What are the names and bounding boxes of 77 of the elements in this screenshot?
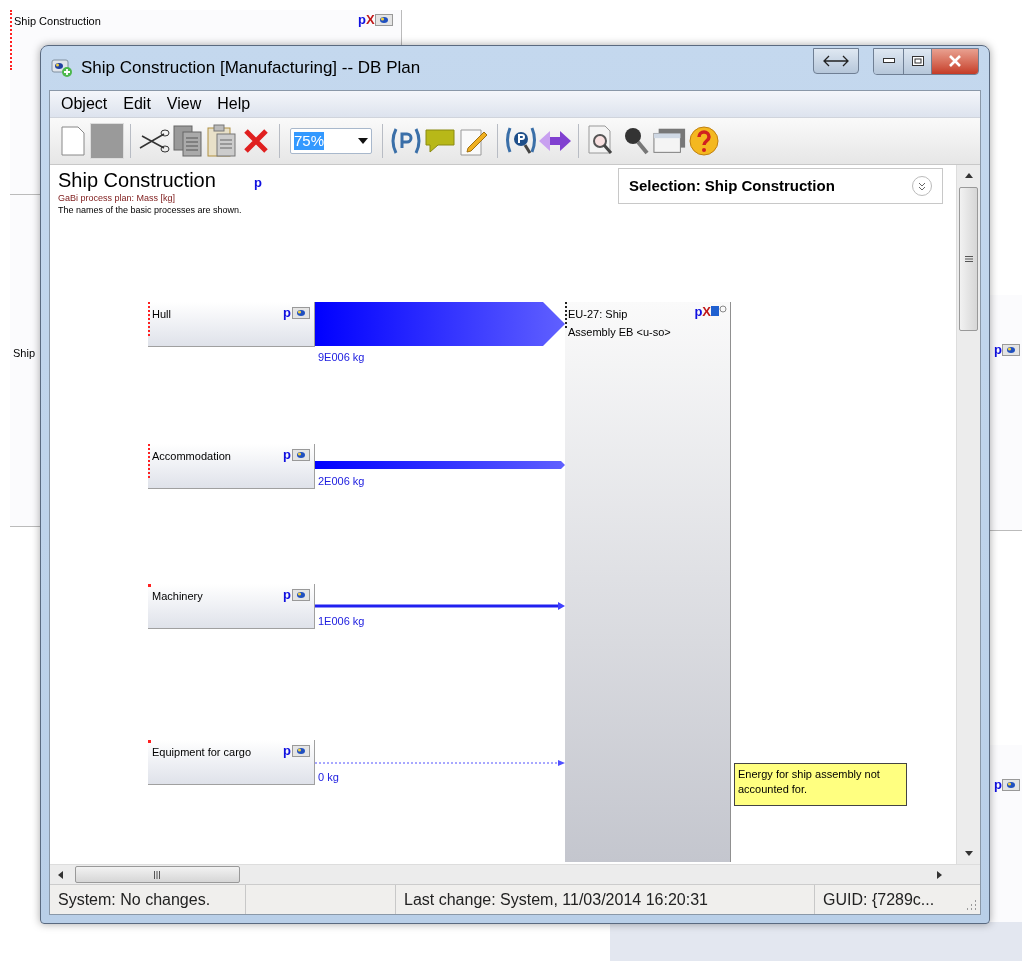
process-node[interactable]: Accommodation p — [148, 444, 315, 489]
p-label: p — [994, 343, 1002, 356]
diagram-info: The names of the basic processes are shown. — [58, 204, 242, 217]
selection-title: Selection: Ship Construction — [629, 175, 836, 196]
resize-button[interactable] — [813, 48, 859, 74]
flow-label: 2E006 kg — [318, 474, 365, 489]
zoom-value: 75% — [294, 132, 325, 150]
marker-line — [148, 444, 150, 478]
process-name: Equipment for cargo — [152, 745, 253, 760]
maximize-button[interactable] — [904, 48, 932, 74]
scrollbar-thumb[interactable] — [75, 866, 240, 883]
process-name: EU-27: Ship Assembly EB <u-so> — [568, 307, 672, 340]
status-text: System: No changes. — [50, 885, 246, 914]
menu-item[interactable]: View — [158, 92, 210, 116]
marker-line — [148, 302, 150, 336]
grip-icon — [153, 870, 162, 879]
p-label: p — [283, 448, 291, 461]
maximize-icon — [911, 56, 924, 66]
process-node[interactable]: Machinery p — [148, 584, 315, 629]
scrollbar-thumb[interactable] — [959, 187, 978, 331]
blank-tile-icon[interactable] — [90, 123, 124, 159]
x-label: X — [365, 13, 375, 26]
flow-label: 0 kg — [318, 770, 339, 785]
menu-item[interactable]: Edit — [115, 92, 159, 116]
process-icon — [292, 306, 310, 319]
comment-text: Energy for ship assembly not accounted for. — [738, 768, 880, 795]
process-name: Machinery — [152, 589, 204, 604]
process-name: Accommodation — [152, 449, 232, 464]
process-icon — [1001, 343, 1020, 356]
process-icon — [292, 448, 310, 461]
p-label: p — [283, 306, 291, 319]
diagram-subtitle: GaBi process plan: Mass [kg] — [58, 192, 176, 205]
menu-item[interactable]: Object — [53, 92, 116, 116]
scroll-up-icon — [964, 173, 973, 178]
flow-label: 9E006 kg — [318, 350, 365, 365]
app-icon — [51, 58, 73, 78]
double-arrow-icon — [823, 55, 849, 67]
chevrons-down-icon — [918, 181, 926, 191]
scroll-left-icon — [58, 870, 63, 879]
close-icon — [948, 55, 962, 67]
vertical-scrollbar[interactable] — [956, 165, 980, 864]
minimize-icon — [882, 58, 895, 64]
caret-icon — [358, 138, 368, 144]
window-title: Ship — [13, 346, 36, 361]
process-icon — [292, 588, 310, 601]
process-name: Hull — [152, 307, 172, 322]
grip-icon — [964, 256, 973, 262]
close-button[interactable] — [932, 48, 978, 74]
status-text: Last change: System, 11/03/2014 16:20:31 — [396, 885, 815, 914]
p-label: p — [694, 305, 703, 318]
process-settings-icon — [711, 305, 727, 317]
scroll-right-icon — [937, 870, 942, 879]
menu-item[interactable]: Help — [209, 92, 259, 116]
window-title: Ship Construction — [14, 14, 101, 29]
process-node[interactable]: Hull p — [148, 302, 315, 347]
scroll-down-icon — [964, 851, 973, 856]
p-label: p — [994, 778, 1002, 791]
p-label: p — [283, 744, 291, 757]
process-node[interactable]: Equipment for cargo p — [148, 740, 315, 785]
status-text: GUID: {7289c... — [822, 889, 936, 910]
process-icon — [1001, 778, 1020, 791]
process-icon — [292, 744, 310, 757]
horizontal-scrollbar[interactable] — [50, 864, 980, 884]
target-process-node[interactable]: EU-27: Ship Assembly EB <u-so> pX — [565, 302, 731, 862]
p-label: p — [253, 176, 262, 189]
copy-icon[interactable] — [171, 123, 205, 159]
window-title: Ship Construction [Manufacturing] -- DB Plan — [81, 57, 422, 80]
process-icon — [374, 13, 393, 26]
help-icon[interactable] — [687, 123, 721, 159]
p-label: p — [283, 588, 291, 601]
paste-icon[interactable] — [205, 123, 239, 159]
flow-label: 1E006 kg — [318, 614, 365, 629]
x-label: X — [702, 305, 711, 318]
diagram-title: Ship Construction — [58, 169, 216, 191]
p-label: p — [358, 13, 366, 26]
minimize-button[interactable] — [874, 48, 904, 74]
resize-grip-icon — [965, 899, 977, 911]
